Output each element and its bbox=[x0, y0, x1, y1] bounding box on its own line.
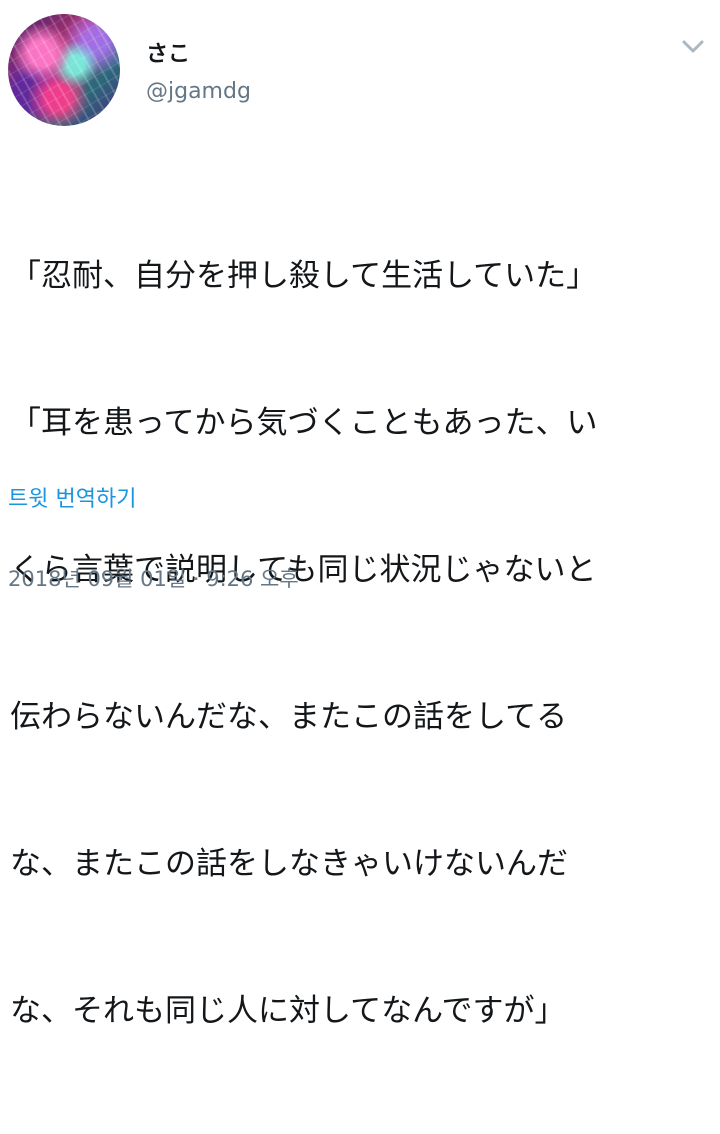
tweet-card: さこ @jgamdg 「忍耐、自分を押し殺して生活していた」 「耳を患ってから気… bbox=[0, 0, 720, 1029]
tweet-timestamp[interactable]: 2018년 09월 01일 · 9:26 오후 bbox=[8, 564, 299, 594]
translate-tweet-link[interactable]: 트윗 번역하기 bbox=[8, 485, 136, 515]
tweet-text-line: 伝わらないんだな、またこの話をしてる bbox=[10, 699, 568, 735]
user-handle[interactable]: @jgamdg bbox=[146, 77, 251, 107]
tweet-text-line: な、またこの話をしなきゃいけないんだ bbox=[10, 846, 568, 882]
tweet-text-line: 「忍耐、自分を押し殺して生活していた」 bbox=[10, 258, 598, 294]
avatar[interactable] bbox=[8, 14, 120, 126]
display-name[interactable]: さこ bbox=[146, 40, 190, 70]
tweet-text-line: 「耳を患ってから気づくこともあった、い bbox=[10, 405, 598, 441]
tweet-text-line: な、それも同じ人に対してなんですが」 bbox=[10, 993, 566, 1029]
chevron-down-icon[interactable] bbox=[680, 36, 706, 56]
tweet-text: 「忍耐、自分を押し殺して生活していた」 「耳を患ってから気づくこともあった、い … bbox=[10, 154, 710, 1134]
